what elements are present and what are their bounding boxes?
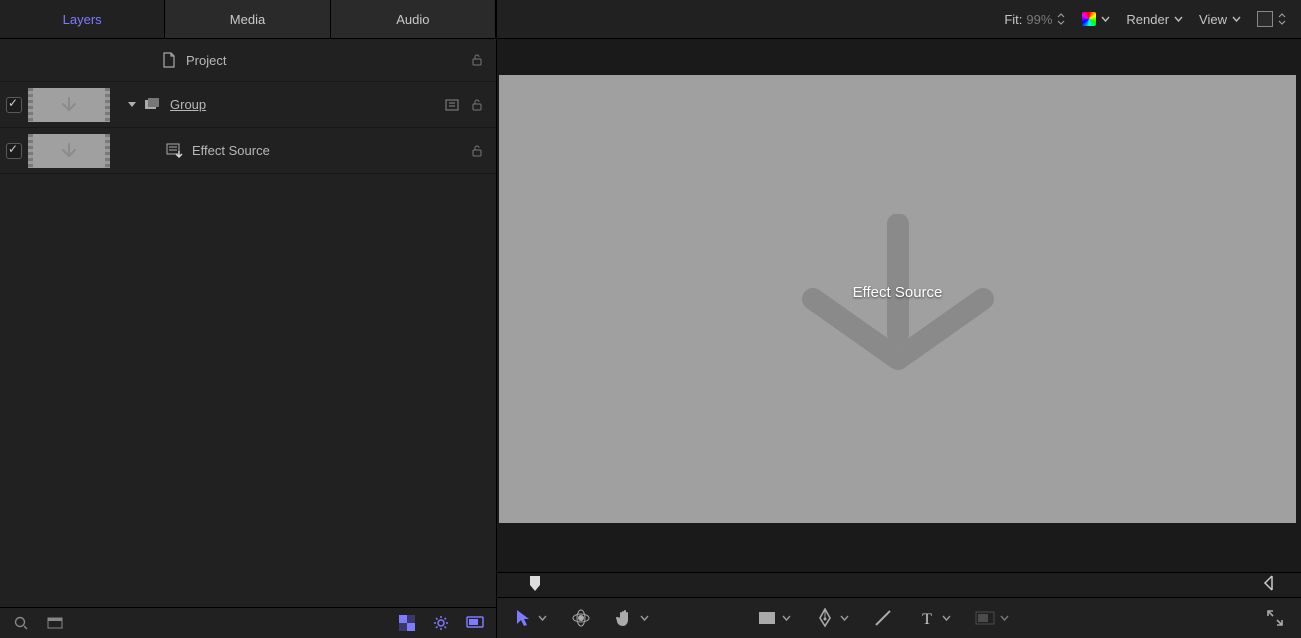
out-marker[interactable] <box>1263 575 1273 591</box>
checker-icon[interactable] <box>398 614 416 632</box>
fit-zoom-control[interactable]: Fit: 99% <box>1004 12 1066 27</box>
effect-thumbnail[interactable] <box>28 134 110 168</box>
visibility-checkbox-effect[interactable] <box>6 143 22 159</box>
lock-icon[interactable] <box>470 98 484 112</box>
chevron-down-icon[interactable] <box>639 613 649 623</box>
svg-text:T: T <box>922 611 932 626</box>
layers-footer <box>0 607 496 638</box>
gear-icon[interactable] <box>432 614 450 632</box>
hand-tool-icon[interactable] <box>615 608 635 628</box>
visibility-checkbox-group[interactable] <box>6 97 22 113</box>
select-tool-icon[interactable] <box>513 608 533 628</box>
chevron-down-icon[interactable] <box>537 613 547 623</box>
render-menu[interactable]: Render <box>1126 12 1183 27</box>
frame-icon[interactable] <box>46 614 64 632</box>
layers-list[interactable]: Project Grou <box>0 39 496 607</box>
screen-icon[interactable] <box>466 614 484 632</box>
expand-icon[interactable] <box>1265 608 1285 628</box>
canvas-toolbar: T <box>497 597 1301 638</box>
tab-layers[interactable]: Layers <box>0 0 165 38</box>
layout-icon <box>1257 11 1273 27</box>
chevron-down-icon[interactable] <box>999 613 1009 623</box>
effect-source-placeholder: Effect Source <box>783 214 1013 384</box>
chevron-down-icon <box>1100 14 1110 24</box>
canvas-viewport[interactable]: Effect Source <box>497 39 1301 572</box>
tab-audio[interactable]: Audio <box>331 0 496 38</box>
row-group[interactable]: Group <box>0 82 496 128</box>
group-icon <box>144 96 162 114</box>
stepper-icon[interactable] <box>1277 12 1287 26</box>
effect-label: Effect Source <box>192 143 470 158</box>
layout-menu[interactable] <box>1257 11 1287 27</box>
project-label: Project <box>186 53 470 68</box>
chevron-down-icon[interactable] <box>839 613 849 623</box>
mini-timeline[interactable] <box>497 572 1301 597</box>
canvas-panel: Fit: 99% Render View <box>496 0 1301 638</box>
text-tool-icon[interactable]: T <box>917 608 937 628</box>
view-menu[interactable]: View <box>1199 12 1241 27</box>
lock-icon[interactable] <box>470 144 484 158</box>
orbit-tool-icon[interactable] <box>571 608 591 628</box>
stepper-icon[interactable] <box>1056 12 1066 26</box>
chevron-down-icon[interactable] <box>781 613 791 623</box>
project-icon <box>160 51 178 69</box>
color-channel-menu[interactable] <box>1082 12 1110 26</box>
lock-icon[interactable] <box>470 53 484 67</box>
chevron-down-icon[interactable] <box>941 613 951 623</box>
color-wheel-icon <box>1082 12 1096 26</box>
line-tool-icon[interactable] <box>873 608 893 628</box>
chevron-down-icon <box>1173 14 1183 24</box>
isolate-icon[interactable] <box>444 98 460 112</box>
canvas-topbar: Fit: 99% Render View <box>497 0 1301 39</box>
playhead-marker[interactable] <box>529 575 539 591</box>
layers-panel: Layers Media Audio Project <box>0 0 496 638</box>
disclosure-triangle[interactable] <box>124 97 140 113</box>
pen-tool-icon[interactable] <box>815 608 835 628</box>
chevron-down-icon <box>1231 14 1241 24</box>
panel-tabs: Layers Media Audio <box>0 0 496 39</box>
tab-media[interactable]: Media <box>165 0 330 38</box>
canvas-frame[interactable]: Effect Source <box>499 75 1296 523</box>
mask-tool-icon[interactable] <box>975 608 995 628</box>
effect-source-icon <box>166 142 184 160</box>
row-effect-source[interactable]: Effect Source <box>0 128 496 174</box>
rectangle-tool-icon[interactable] <box>757 608 777 628</box>
search-icon[interactable] <box>12 614 30 632</box>
group-label[interactable]: Group <box>170 97 444 112</box>
placeholder-label: Effect Source <box>853 284 943 301</box>
row-project[interactable]: Project <box>0 39 496 82</box>
group-thumbnail[interactable] <box>28 88 110 122</box>
